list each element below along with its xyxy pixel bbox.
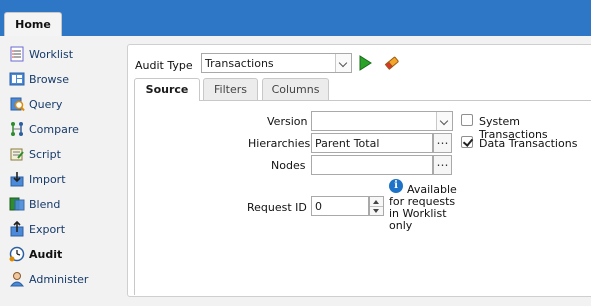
sidebar-item-label: Administer [29, 272, 89, 286]
sidebar-item-label: Query [29, 97, 63, 111]
sidebar-item-query[interactable]: Query [9, 94, 62, 114]
system-transactions-checkbox[interactable] [461, 114, 473, 126]
hierarchies-label: Hierarchies [248, 137, 311, 150]
audit-type-label: Audit Type [135, 59, 193, 72]
sidebar-item-browse[interactable]: Browse [9, 69, 69, 89]
audit-type-value: Transactions [205, 57, 274, 70]
script-icon [9, 146, 25, 162]
audit-icon [9, 246, 25, 262]
version-label: Version [267, 115, 308, 128]
sidebar-item-administer[interactable]: Administer [9, 269, 88, 289]
nodes-field[interactable] [311, 155, 433, 175]
request-id-spinner[interactable] [369, 196, 384, 216]
export-icon [9, 220, 25, 237]
sidebar-item-label: Blend [29, 197, 61, 211]
import-icon [9, 171, 25, 187]
sidebar-item-label: Compare [29, 122, 79, 136]
request-id-input[interactable]: 0 [311, 196, 369, 216]
sidebar-item-export[interactable]: Export [9, 219, 65, 239]
sidebar-item-label: Script [29, 147, 61, 161]
tab-home[interactable]: Home [4, 12, 62, 36]
request-id-label: Request ID [247, 201, 307, 214]
chevron-down-icon[interactable] [436, 112, 452, 130]
sidebar-item-label: Audit [29, 247, 63, 261]
chevron-down-icon[interactable] [335, 54, 351, 72]
request-id-value: 0 [315, 200, 322, 213]
browse-icon [9, 71, 25, 87]
sidebar-item-label: Export [29, 222, 66, 236]
audit-type-select[interactable]: Transactions [201, 53, 352, 73]
eraser-icon[interactable] [383, 54, 401, 72]
sidebar-item-compare[interactable]: Compare [9, 119, 79, 139]
blend-icon [9, 196, 25, 212]
hierarchies-value: Parent Total [315, 137, 380, 150]
sidebar-item-label: Browse [29, 72, 70, 86]
administer-icon [9, 271, 25, 287]
data-transactions-checkbox[interactable] [461, 136, 473, 148]
sidebar-item-label: Worklist [29, 47, 74, 61]
top-bar [0, 0, 591, 36]
sidebar-item-import[interactable]: Import [9, 169, 66, 189]
run-icon[interactable] [357, 55, 373, 71]
sidebar-item-blend[interactable]: Blend [9, 194, 60, 214]
sidebar-item-script[interactable]: Script [9, 144, 61, 164]
query-icon [9, 96, 25, 112]
nodes-label: Nodes [271, 159, 306, 172]
data-transactions-label: Data Transactions [479, 137, 578, 150]
compare-icon [9, 121, 25, 137]
version-select[interactable] [311, 111, 453, 131]
sidebar-item-label: Import [29, 172, 66, 186]
worklist-icon [9, 46, 25, 62]
tab-source[interactable]: Source [134, 78, 200, 101]
tab-filters[interactable]: Filters [203, 78, 258, 100]
sidebar-item-audit[interactable]: Audit [9, 244, 62, 264]
info-note: Available for requests in Worklist only [389, 183, 457, 232]
hierarchies-browse-button[interactable]: … [433, 133, 452, 153]
sidebar-nav: Worklist Browse Query Compare Script Imp… [0, 36, 124, 306]
nodes-browse-button[interactable]: … [433, 155, 452, 175]
tab-columns[interactable]: Columns [262, 78, 329, 100]
hierarchies-field[interactable]: Parent Total [311, 133, 433, 153]
sidebar-item-worklist[interactable]: Worklist [9, 44, 73, 64]
